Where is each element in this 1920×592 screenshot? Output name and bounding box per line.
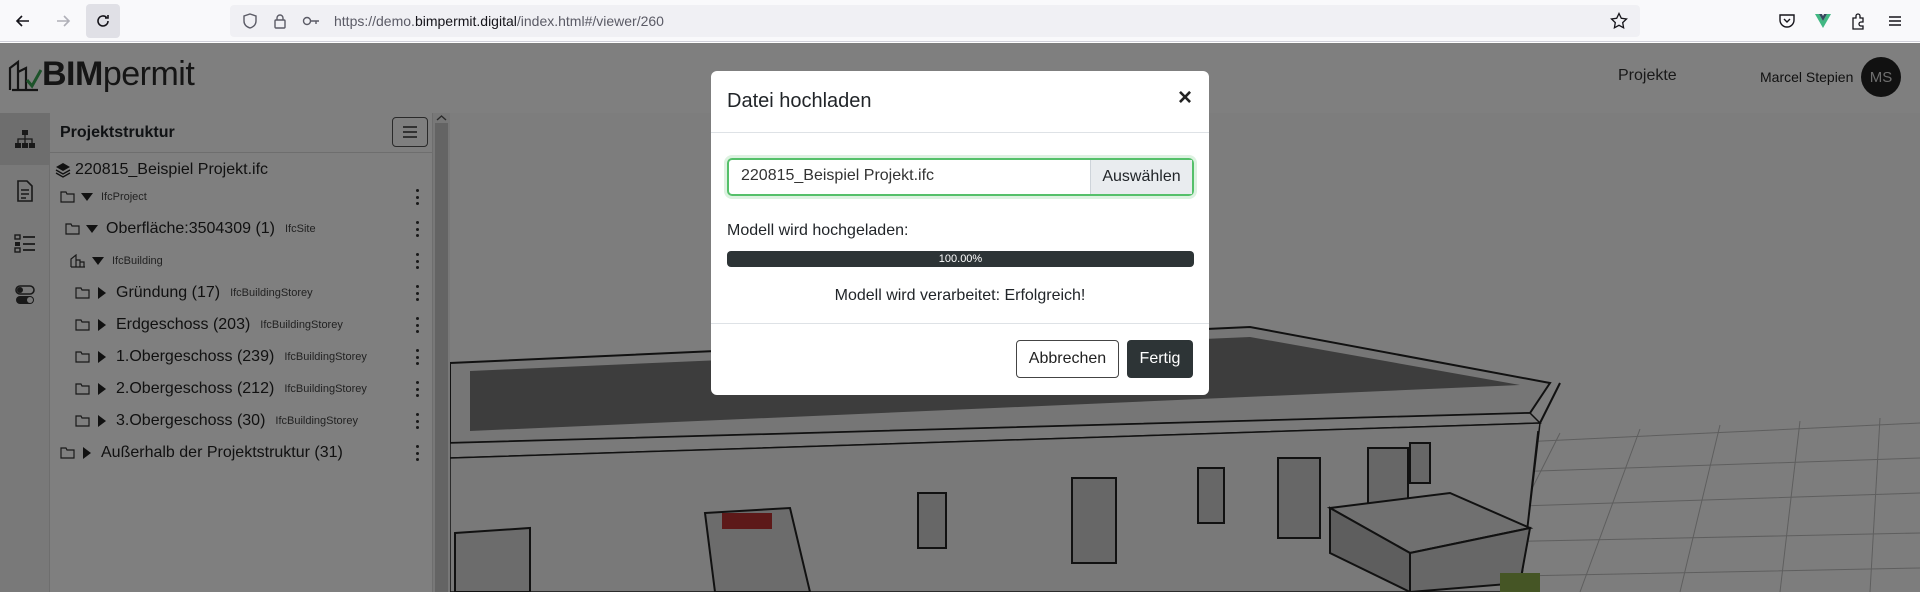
url-bar[interactable]: https://demo.bimpermit.digital/index.htm… xyxy=(230,5,1640,37)
modal-title: Datei hochladen xyxy=(727,90,872,112)
browser-toolbar: https://demo.bimpermit.digital/index.htm… xyxy=(0,0,1920,42)
close-icon[interactable]: × xyxy=(1174,86,1196,110)
upload-dialog: Datei hochladen × 220815_Beispiel Projek… xyxy=(711,71,1209,395)
vue-devtools-icon[interactable] xyxy=(1810,8,1836,34)
url-host: bimpermit.digital xyxy=(414,13,517,29)
bookmark-star-icon[interactable] xyxy=(1610,11,1628,33)
done-button[interactable]: Fertig xyxy=(1127,340,1193,378)
upload-status-label: Modell wird hochgeladen: xyxy=(727,222,909,239)
upload-progress-bar: 100.00% xyxy=(727,251,1194,267)
url-prefix: https://demo. xyxy=(334,13,415,29)
file-input-group[interactable]: 220815_Beispiel Projekt.ifc Auswählen xyxy=(727,158,1194,196)
cancel-button[interactable]: Abbrechen xyxy=(1016,340,1119,378)
upload-progress: 100.00% xyxy=(727,251,1194,267)
hamburger-menu-icon[interactable] xyxy=(1882,8,1908,34)
browse-button[interactable]: Auswählen xyxy=(1090,160,1192,194)
shield-icon[interactable] xyxy=(242,13,258,29)
back-icon[interactable] xyxy=(6,4,40,38)
file-name-field[interactable]: 220815_Beispiel Projekt.ifc xyxy=(729,160,1090,194)
url-path: /index.html#/viewer/260 xyxy=(516,13,664,29)
processing-status-text: Modell wird verarbeitet: Erfolgreich! xyxy=(834,287,1086,304)
reload-icon[interactable] xyxy=(86,3,120,38)
extensions-icon[interactable] xyxy=(1846,8,1872,34)
pocket-icon[interactable] xyxy=(1774,8,1800,34)
key-icon[interactable] xyxy=(302,13,320,29)
url-text: https://demo.bimpermit.digital/index.htm… xyxy=(334,13,664,29)
modal-header: Datei hochladen xyxy=(711,71,1209,133)
modal-footer: Abbrechen Fertig xyxy=(711,323,1209,395)
forward-icon[interactable] xyxy=(46,4,80,38)
lock-icon[interactable] xyxy=(272,13,288,29)
